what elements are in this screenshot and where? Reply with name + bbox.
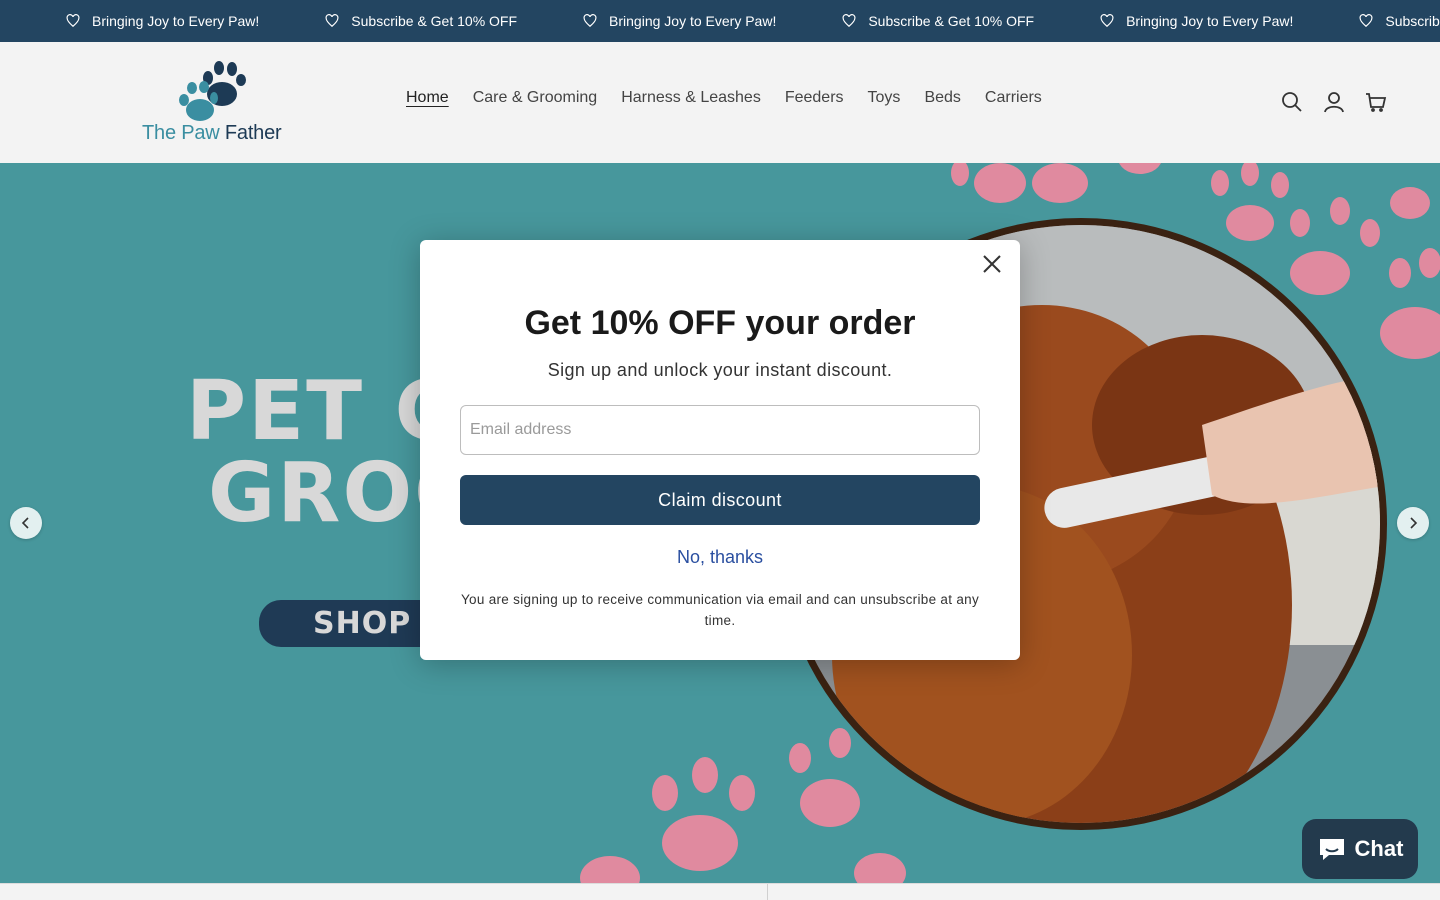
nav-harness-leashes[interactable]: Harness & Leashes xyxy=(621,89,761,107)
nav-beds[interactable]: Beds xyxy=(924,89,960,107)
announcement-item: Subscribe & Get 10% OFF xyxy=(259,13,517,29)
nav-home[interactable]: Home xyxy=(406,89,449,107)
announcement-text: Bringing Joy to Every Paw! xyxy=(92,13,260,29)
heart-icon xyxy=(1359,14,1373,28)
announcement-item: Bringing Joy to Every Paw! xyxy=(0,13,259,29)
nav-feeders[interactable]: Feeders xyxy=(785,89,844,107)
announcement-text: Subscribe & Get 10% OFF xyxy=(868,13,1035,29)
paw-logo-icon xyxy=(179,61,246,121)
heart-icon xyxy=(583,14,597,28)
popup-subtitle: Sign up and unlock your instant discount… xyxy=(547,360,893,380)
announcement-text: Subscribe & Get 10% OFF xyxy=(1385,13,1440,29)
announcement-text: Bringing Joy to Every Paw! xyxy=(609,13,777,29)
popup-fine-print: You are signing up to receive communicat… xyxy=(460,592,980,628)
chevron-left-icon xyxy=(21,517,29,529)
heart-icon xyxy=(842,14,856,28)
logo-text: The Paw Father xyxy=(142,122,282,144)
announcement-track: Bringing Joy to Every Paw! Subscribe & Ge… xyxy=(0,0,1440,42)
no-thanks-link[interactable]: No, thanks xyxy=(420,547,1020,568)
slide-next-button[interactable] xyxy=(1397,507,1429,539)
heart-icon xyxy=(1100,14,1114,28)
slide-prev-button[interactable] xyxy=(10,507,42,539)
nav-carriers[interactable]: Carriers xyxy=(985,89,1042,107)
site-logo[interactable]: The Paw Father xyxy=(142,60,284,148)
divider xyxy=(767,884,768,900)
announcement-item: Subscribe & Get 10% OFF xyxy=(776,13,1034,29)
announcement-bar: Bringing Joy to Every Paw! Subscribe & Ge… xyxy=(0,0,1440,42)
announcement-text: Bringing Joy to Every Paw! xyxy=(1126,13,1294,29)
announcement-text: Subscribe & Get 10% OFF xyxy=(351,13,518,29)
announcement-item: Bringing Joy to Every Paw! xyxy=(517,13,776,29)
search-icon[interactable] xyxy=(1280,90,1304,114)
heart-icon xyxy=(66,14,80,28)
discount-popup: Get 10% OFF your order Sign up and unloc… xyxy=(420,240,1020,660)
chevron-right-icon xyxy=(1410,517,1418,529)
popup-title: Get 10% OFF your order xyxy=(524,304,916,342)
cart-icon[interactable] xyxy=(1364,90,1388,114)
chat-bubble-icon xyxy=(1319,839,1344,860)
nav-care-grooming[interactable]: Care & Grooming xyxy=(473,89,598,107)
announcement-item: Subscribe & Get 10% OFF xyxy=(1293,13,1440,29)
nav-toys[interactable]: Toys xyxy=(868,89,901,107)
claim-discount-button[interactable]: Claim discount xyxy=(460,475,980,525)
heart-icon xyxy=(325,14,339,28)
announcement-item: Bringing Joy to Every Paw! xyxy=(1034,13,1293,29)
bottom-strip xyxy=(0,883,1440,900)
chat-label: Chat xyxy=(1354,836,1404,861)
site-header: The Paw Father Home Care & Grooming Harn… xyxy=(0,42,1440,163)
chat-button[interactable]: Chat xyxy=(1302,819,1418,879)
account-icon[interactable] xyxy=(1322,90,1346,114)
email-field[interactable] xyxy=(460,405,980,455)
main-nav: Home Care & Grooming Harness & Leashes F… xyxy=(406,89,1066,107)
close-icon[interactable] xyxy=(980,252,1004,276)
